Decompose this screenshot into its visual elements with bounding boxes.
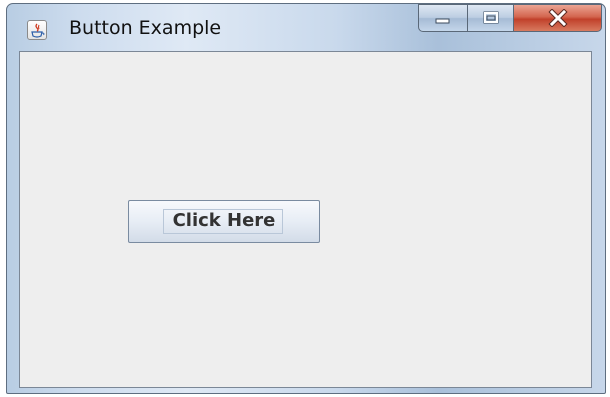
app-window: Button Example Click Here bbox=[6, 3, 606, 394]
maximize-icon bbox=[483, 11, 498, 24]
click-here-button[interactable]: Click Here bbox=[128, 200, 320, 243]
minimize-icon bbox=[435, 18, 450, 24]
maximize-button[interactable] bbox=[468, 4, 514, 32]
click-here-label: Click Here bbox=[172, 210, 276, 231]
close-button[interactable] bbox=[514, 4, 602, 32]
java-cup-icon[interactable] bbox=[27, 20, 47, 40]
content-pane: Click Here bbox=[19, 51, 592, 388]
title-bar[interactable]: Button Example bbox=[7, 4, 605, 48]
caption-buttons bbox=[418, 4, 602, 33]
close-icon bbox=[547, 9, 568, 27]
minimize-button[interactable] bbox=[418, 4, 468, 32]
window-title: Button Example bbox=[69, 17, 222, 39]
